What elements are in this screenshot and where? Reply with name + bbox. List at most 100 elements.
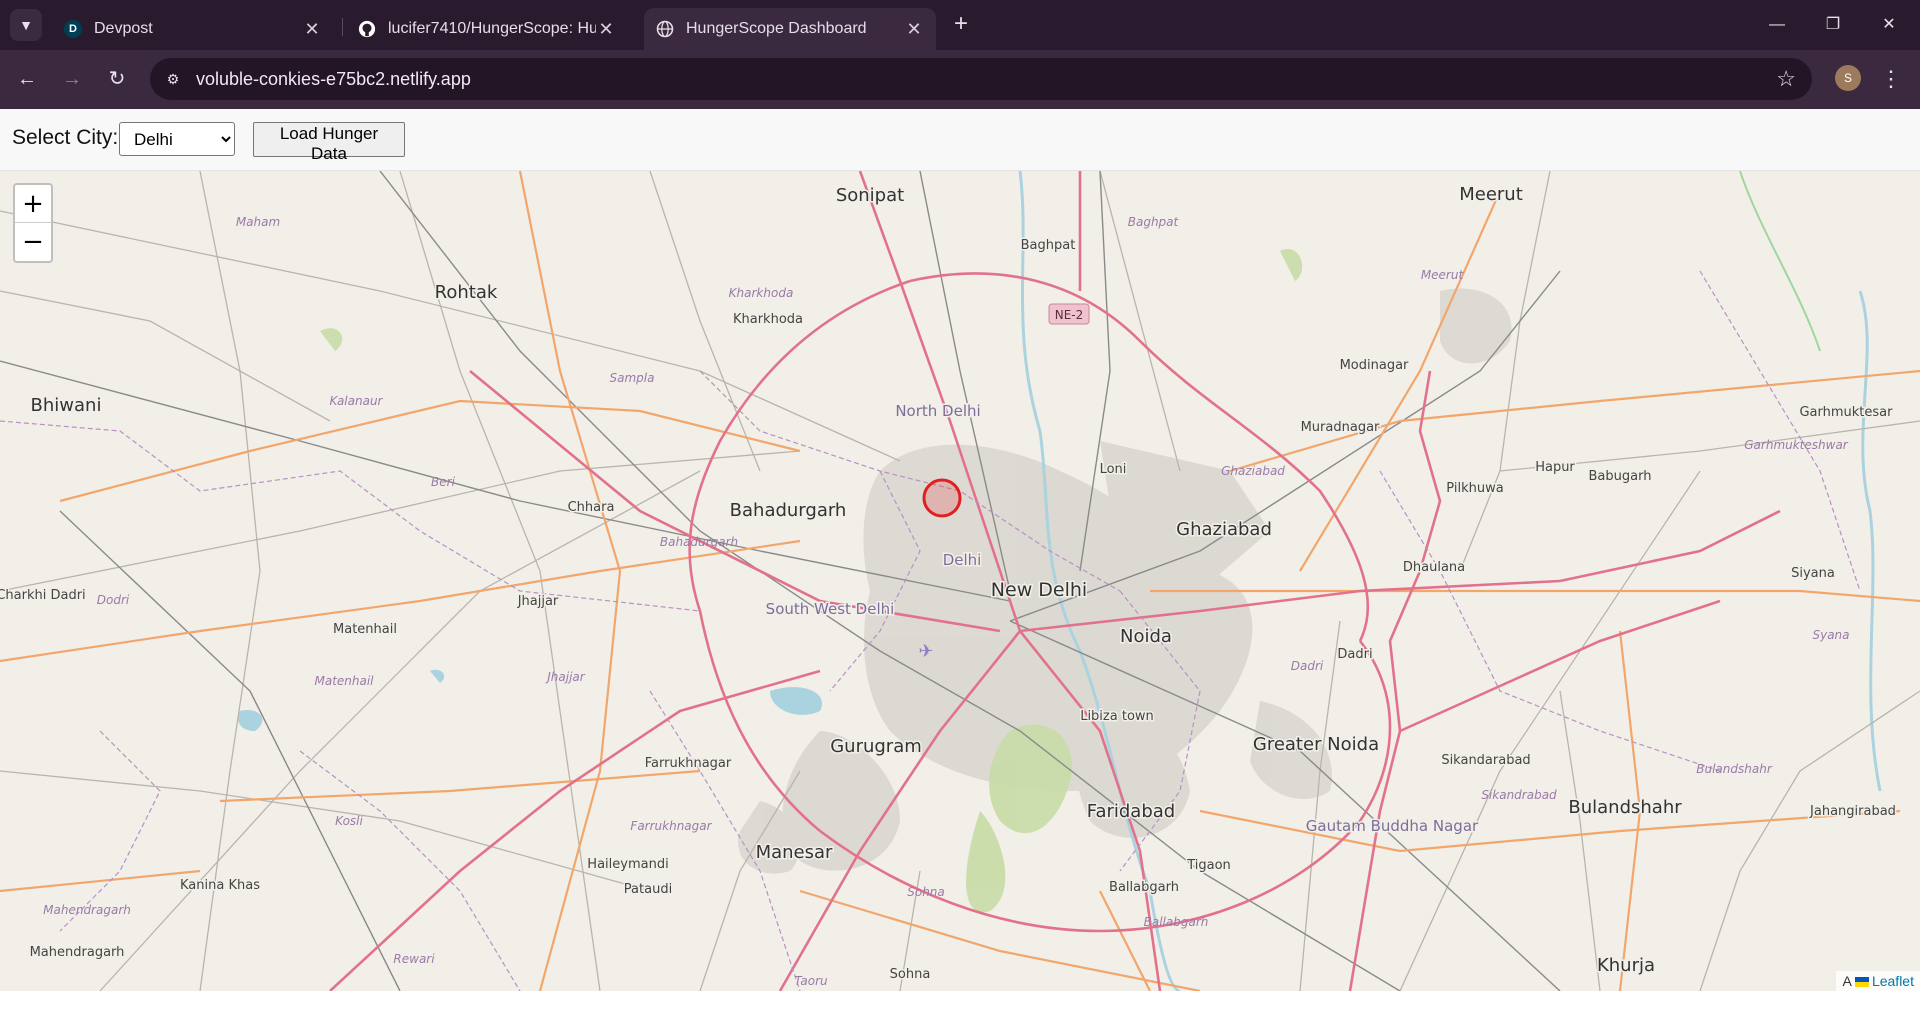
tab-separator [342,18,343,36]
close-icon[interactable]: ✕ [302,19,322,40]
place-label: Babugarh [1589,469,1652,484]
district-label: Beri [431,475,456,489]
place-label: Libiza town [1080,709,1154,724]
place-label: Manesar [756,842,833,863]
forward-button[interactable]: → [57,64,87,94]
place-label: Jahangirabad [1809,804,1896,819]
tab-search-button[interactable]: ▼ [10,9,42,41]
district-label: Meerut [1421,268,1465,282]
place-label: Chhara [568,500,615,515]
close-icon[interactable]: ✕ [904,19,924,40]
address-bar[interactable]: ⚙ voluble-conkies-e75bc2.netlify.app ☆ [150,58,1812,100]
place-label: New Delhi [991,579,1087,601]
place-label: Rohtak [435,282,498,303]
place-label: Dadri [1337,647,1372,662]
place-label: Mahendragarh [30,945,125,960]
tab-github[interactable]: lucifer7410/HungerScope: Hung ✕ [346,8,628,50]
place-label: Hapur [1535,460,1575,475]
tab-label: lucifer7410/HungerScope: Hung [388,20,596,37]
github-icon [358,20,376,38]
load-hunger-data-button[interactable]: Load Hunger Data [253,122,405,163]
place-label: Gurugram [830,736,922,757]
place-label: Ballabgarh [1109,880,1179,895]
url-text[interactable]: voluble-conkies-e75bc2.netlify.app [196,69,471,90]
place-label: Charkhi Dadri [0,588,86,603]
new-tab-button[interactable]: + [948,12,974,38]
devpost-icon: D [64,20,82,38]
place-label: Haileymandi [587,857,668,872]
place-label: Modinagar [1340,358,1409,373]
place-label: Bahadurgarh [730,500,847,521]
place-label: Ghaziabad [1176,519,1272,540]
select-city-label: Select City: [12,126,119,149]
place-label: Bhiwani [31,395,102,416]
tab-label: HungerScope Dashboard [686,20,867,37]
district-label: Kalanaur [330,394,384,408]
reload-button[interactable]: ↻ [102,64,132,94]
back-button[interactable]: ← [12,64,42,94]
place-label: Loni [1100,462,1127,477]
ukraine-flag-icon [1854,977,1869,988]
district-label: Ballabgarh [1144,915,1209,929]
airport-icon: ✈ [918,641,933,662]
leaflet-link[interactable]: Leaflet [1872,973,1914,989]
close-icon[interactable]: ✕ [596,19,616,40]
district-label: Baghpat [1128,215,1180,229]
place-label: Faridabad [1087,801,1175,822]
place-label: Kharkhoda [733,312,803,327]
bookmark-star-icon[interactable]: ☆ [1776,66,1796,92]
place-label: Baghpat [1021,238,1076,253]
tab-label: Devpost [94,20,153,37]
district-label: Sohna [907,885,945,899]
district-label: Bulandshahr [1696,762,1773,776]
site-settings-icon[interactable]: ⚙ [162,68,184,90]
place-label: Gautam Buddha Nagar [1306,817,1479,835]
place-label: Sohna [890,967,931,982]
place-label: Noida [1120,626,1172,647]
place-label: Tigaon [1186,858,1231,873]
map-attribution: A Leaflet [1836,971,1920,991]
globe-icon [656,20,674,38]
place-label: Bulandshahr [1568,797,1682,818]
place-label: Farrukhnagar [645,756,732,771]
attribution-prefix: A [1842,973,1852,989]
urban-areas [738,288,1512,874]
zoom-out-button[interactable]: − [15,223,51,261]
zoom-in-button[interactable]: + [15,185,51,223]
tab-devpost[interactable]: D Devpost ✕ [52,8,334,50]
browser-toolbar: ← → ↻ ⚙ voluble-conkies-e75bc2.netlify.a… [0,50,1920,109]
place-label: Dhaulana [1403,560,1465,575]
district-label: Kharkhoda [729,286,794,300]
map-tiles: NE-2 ✈ Sonipat Meerut Rohtak Bhiwani Bah… [0,171,1920,991]
place-label: Matenhail [333,622,397,637]
place-label: Meerut [1459,184,1523,205]
hunger-data-marker[interactable] [922,478,962,518]
district-label: Sikandrabad [1481,788,1557,802]
place-label: Delhi [943,551,982,569]
svg-text:NE-2: NE-2 [1055,308,1084,322]
district-label: Garhmukteshwar [1744,438,1849,452]
district-label: Farrukhnagar [630,819,712,833]
place-label: Pilkhuwa [1446,481,1503,496]
place-label: Siyana [1791,566,1835,581]
profile-avatar[interactable]: S [1835,65,1861,91]
city-select[interactable]: Delhi [119,122,235,156]
district-label: Bahadurgarh [660,535,738,549]
close-window-button[interactable]: ✕ [1869,10,1909,40]
map-view[interactable]: NE-2 ✈ Sonipat Meerut Rohtak Bhiwani Bah… [0,171,1920,991]
district-label: Dadri [1291,659,1324,673]
restore-button[interactable]: ❐ [1813,10,1853,40]
district-label: Matenhail [314,674,374,688]
district-label: Dodri [97,593,130,607]
district-label: Jhajjar [545,670,586,684]
city-controls: Select City: Delhi Load Hunger Data [0,109,1920,171]
zoom-control: + − [13,183,53,263]
place-label: Sikandarabad [1441,753,1530,768]
minimize-button[interactable]: — [1757,10,1797,40]
place-label: South West Delhi [766,600,895,618]
district-label: Maham [236,215,280,229]
place-label: Sonipat [836,185,904,206]
district-label: Mahendragarh [43,903,131,917]
tab-hungerscope[interactable]: HungerScope Dashboard ✕ [644,8,936,50]
browser-menu-icon[interactable]: ⋮ [1880,64,1902,94]
